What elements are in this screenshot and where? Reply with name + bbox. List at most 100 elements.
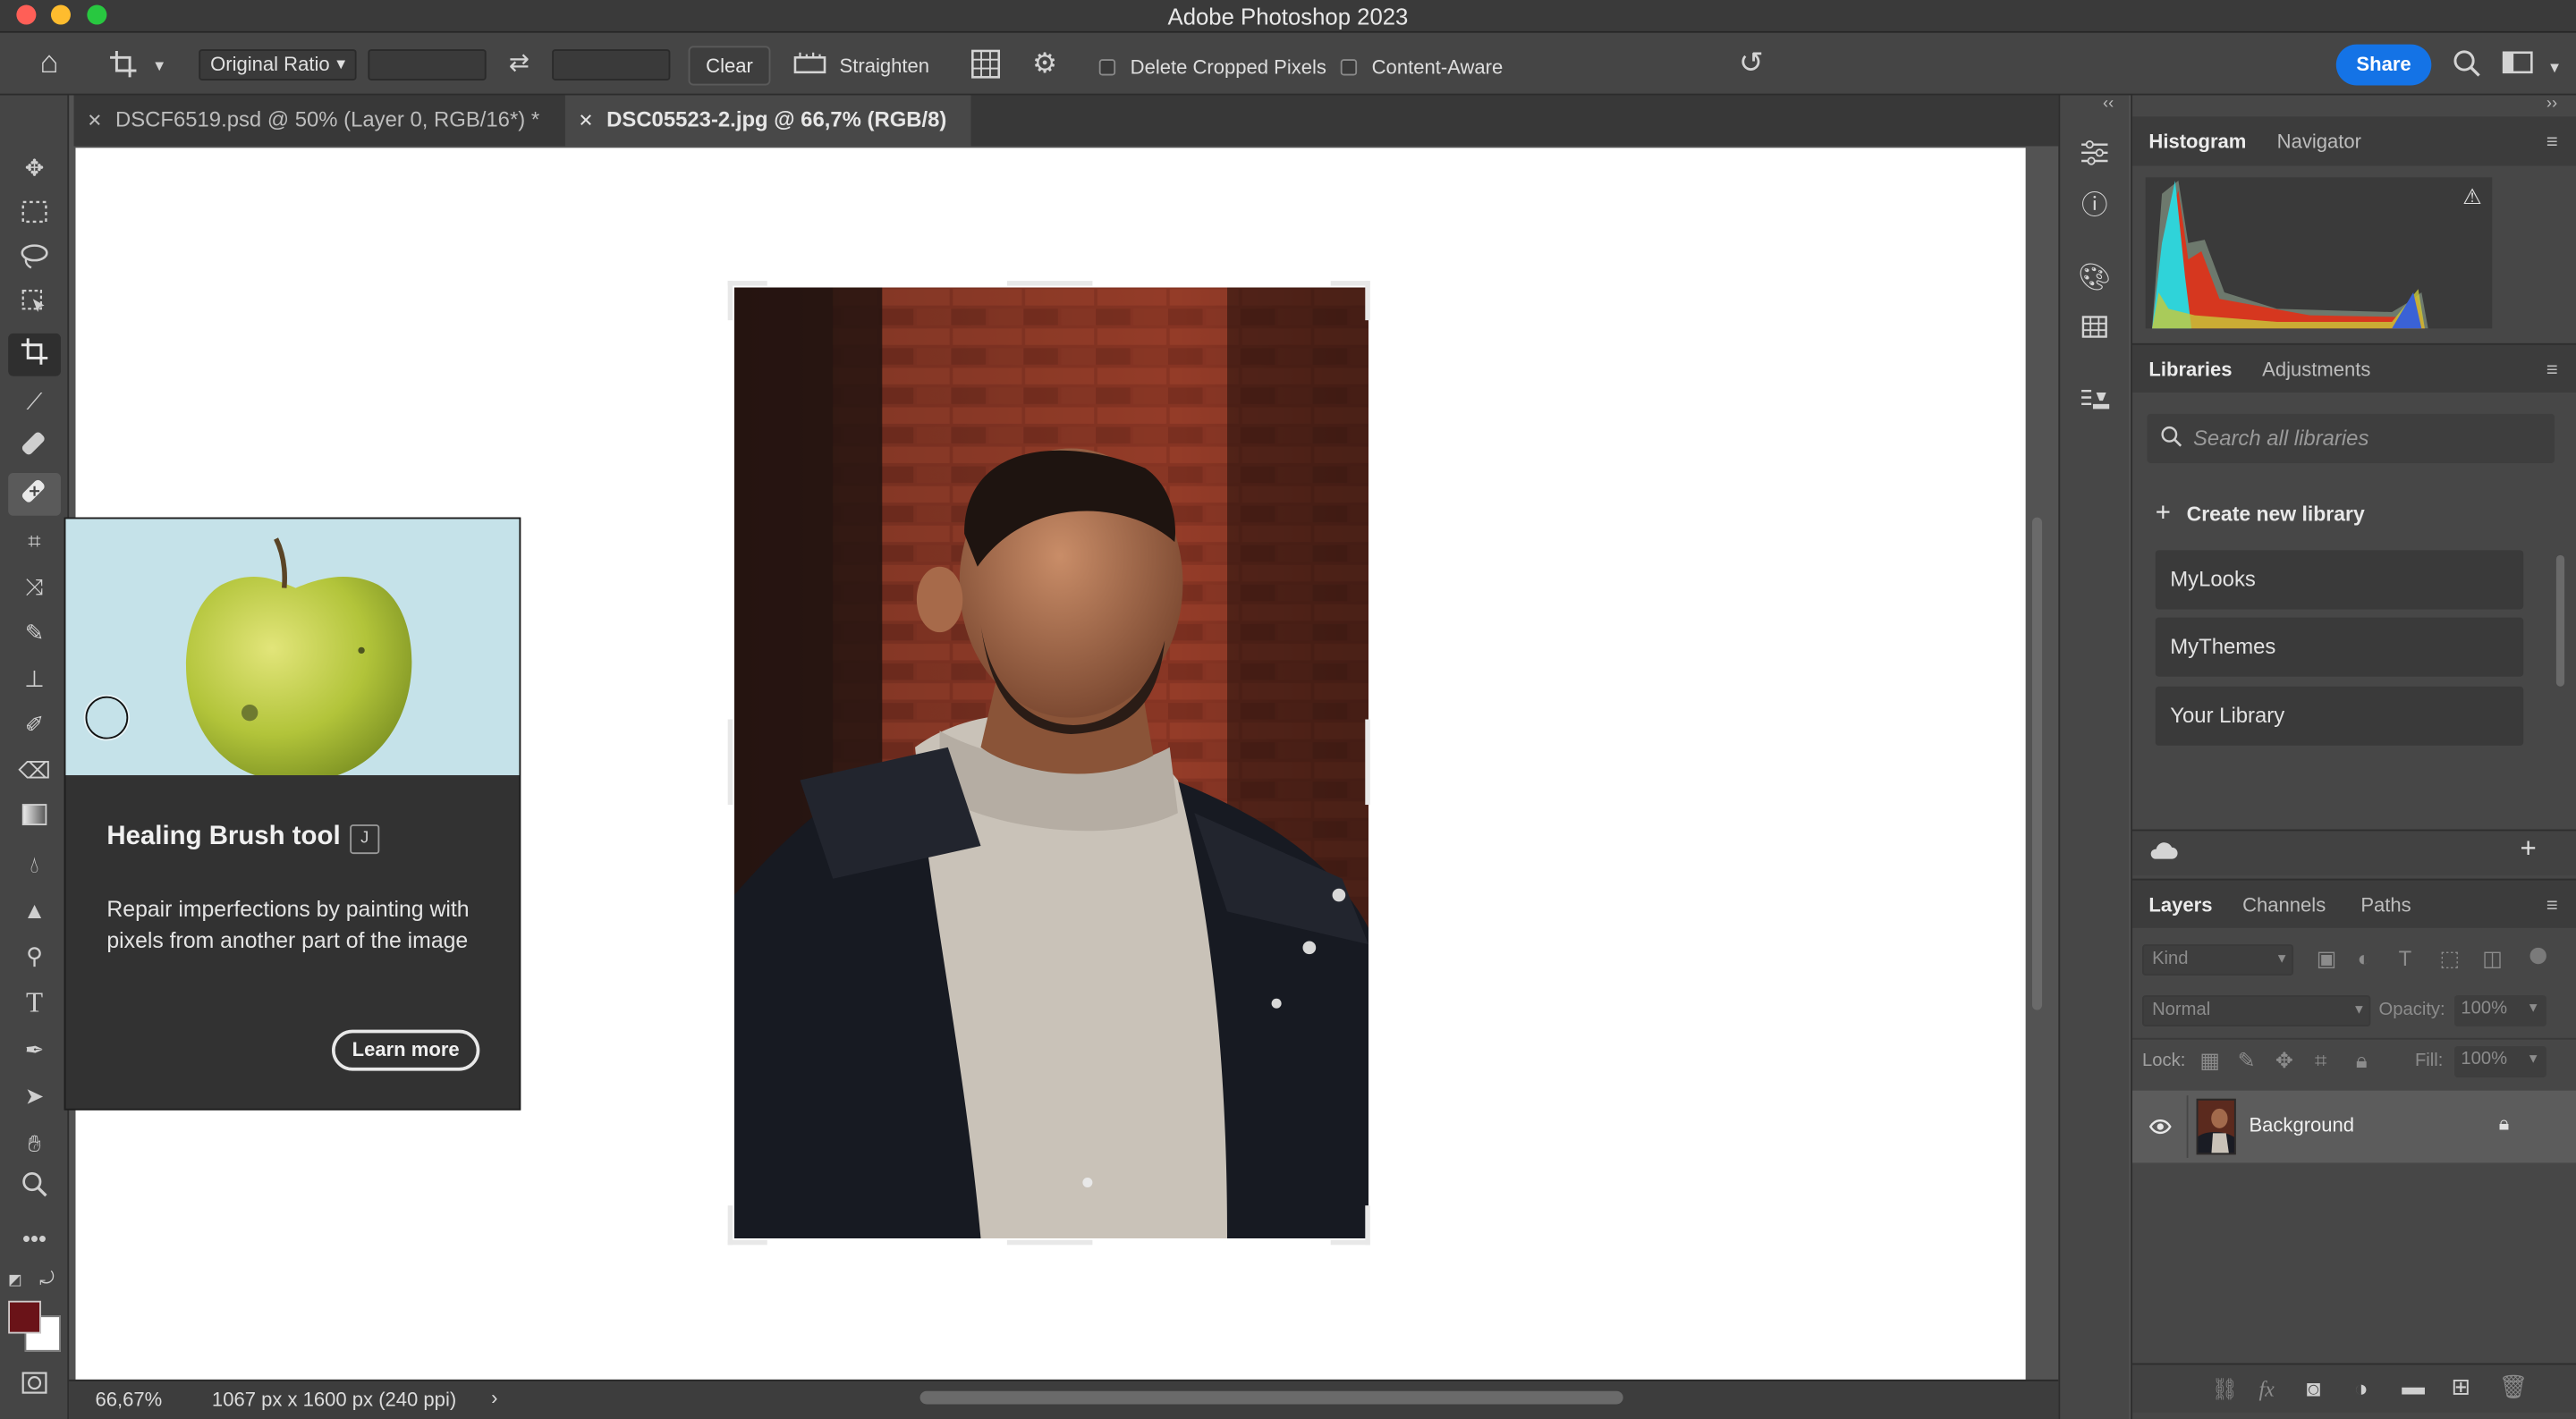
ratio-select[interactable]: Original Ratio ▼	[199, 49, 357, 81]
tab-adjustments[interactable]: Adjustments	[2262, 345, 2370, 394]
fx-icon[interactable]: fx	[2258, 1376, 2274, 1402]
ratio-height-input[interactable]	[552, 49, 671, 81]
color-palette-icon[interactable]: 🎨︎	[2077, 265, 2113, 294]
filter-shape-icon[interactable]: ⬚	[2439, 946, 2460, 972]
delete-cropped-checkbox[interactable]	[1098, 59, 1116, 76]
default-colors-icon[interactable]: ◩	[8, 1271, 22, 1289]
filter-type-icon[interactable]: T	[2399, 946, 2412, 971]
tab-document-1[interactable]: ✕ DSCF6519.psd @ 50% (Layer 0, RGB/16*) *	[73, 95, 564, 147]
plus-icon[interactable]: +	[2156, 499, 2171, 528]
lock-paint-icon[interactable]: ✎	[2238, 1048, 2256, 1074]
brush-tool-icon[interactable]: ✎	[16, 614, 52, 650]
crop-handle-bottom-left-v[interactable]	[727, 1205, 733, 1246]
tab-libraries[interactable]: Libraries	[2148, 345, 2232, 394]
library-item-mythemes[interactable]: MyThemes	[2155, 617, 2524, 677]
expand-right-icon[interactable]: ››	[2546, 96, 2557, 114]
folder-icon[interactable]: ▬	[2402, 1373, 2425, 1399]
layer-row-background[interactable]: Background 🔒︎	[2132, 1090, 2576, 1163]
eraser-tool-icon[interactable]: ⌫	[16, 752, 52, 788]
info-icon[interactable]: ⓘ	[2077, 192, 2113, 222]
crop-handle-bottom-mid[interactable]	[1006, 1239, 1093, 1246]
crop-handle-bottom-right[interactable]	[1330, 1239, 1370, 1246]
marquee-tool-icon[interactable]	[16, 197, 52, 232]
workspace-icon[interactable]	[2500, 49, 2536, 84]
close-icon[interactable]: ✕	[579, 112, 594, 131]
fill-input[interactable]: 100% ▼	[2454, 1046, 2546, 1077]
foreground-color-swatch[interactable]	[8, 1300, 41, 1334]
more-tools-icon[interactable]: •••	[16, 1221, 52, 1256]
panel-menu-icon[interactable]: ≡	[2546, 116, 2558, 165]
collapse-panel-icon[interactable]: ‹‹	[2103, 96, 2114, 114]
horizontal-scrollbar[interactable]	[919, 1390, 1623, 1405]
filter-smart-object-icon[interactable]: ◫	[2482, 946, 2503, 972]
crop-handle-top-left[interactable]	[727, 281, 767, 286]
swap-icon[interactable]: ⇄	[503, 49, 536, 79]
clone-stamp-tool-icon[interactable]: ⊥	[16, 660, 52, 696]
lock-all-icon[interactable]: 🔒︎	[2356, 1048, 2368, 1074]
filter-pixel-icon[interactable]: ▣	[2317, 946, 2337, 972]
undo-reset-icon[interactable]: ↺	[1733, 47, 1769, 77]
lock-move-icon[interactable]: ✥	[2275, 1048, 2293, 1074]
search-icon[interactable]	[2450, 49, 2483, 84]
path-select-tool-icon[interactable]: ➤	[16, 1077, 52, 1113]
swatches-icon[interactable]	[2077, 316, 2113, 347]
new-layer-icon[interactable]: ⊞	[2451, 1373, 2470, 1401]
dodge-tool-icon[interactable]: ⚲	[16, 938, 52, 974]
tab-histogram[interactable]: Histogram	[2148, 116, 2246, 165]
layer-name[interactable]: Background	[2249, 1113, 2354, 1136]
panel-menu-icon[interactable]: ≡	[2546, 345, 2558, 394]
lock-artboard-icon[interactable]: ⌗	[2315, 1048, 2326, 1074]
quick-mask-icon[interactable]	[16, 1368, 52, 1404]
document-image[interactable]	[734, 287, 1368, 1238]
history-brush-tool-icon[interactable]: ✐	[16, 706, 52, 742]
filter-toggle[interactable]	[2529, 947, 2546, 965]
create-library-link[interactable]: Create new library	[2187, 503, 2365, 526]
healing-brush-tool-icon[interactable]	[16, 477, 52, 512]
layer-kind-filter[interactable]: Kind ▼	[2142, 944, 2294, 976]
move-tool-icon[interactable]: ✥	[16, 149, 52, 185]
sharpen-tool-icon[interactable]: ▲	[16, 891, 52, 927]
ratio-width-input[interactable]	[368, 49, 487, 81]
object-select-tool-icon[interactable]	[16, 289, 52, 325]
warning-icon[interactable]: ⚠	[2462, 184, 2481, 210]
straighten-icon[interactable]	[792, 49, 827, 84]
trash-icon[interactable]: 🗑︎	[2499, 1373, 2529, 1401]
share-button[interactable]: Share	[2335, 44, 2432, 86]
learn-more-button[interactable]: Learn more	[332, 1029, 480, 1071]
library-item-your-library[interactable]: Your Library	[2155, 686, 2524, 746]
crop-handle-left-mid[interactable]	[727, 719, 733, 806]
crop-handle-top-mid[interactable]	[1006, 281, 1093, 286]
library-item-mylooks[interactable]: MyLooks	[2155, 550, 2524, 610]
properties-icon[interactable]	[2077, 139, 2113, 174]
blur-tool-icon[interactable]: 💧︎	[16, 846, 52, 882]
zoom-tool-icon[interactable]	[16, 1171, 52, 1207]
tab-channels[interactable]: Channels	[2242, 881, 2326, 930]
tab-paths[interactable]: Paths	[2360, 881, 2411, 930]
crop-handle-bottom-left[interactable]	[727, 1239, 767, 1246]
adjustment-layer-icon[interactable]: ◑	[2354, 1374, 2368, 1400]
blend-mode-select[interactable]: Normal ▼	[2142, 995, 2371, 1026]
crop-handle-bottom-right-v[interactable]	[1365, 1205, 1370, 1246]
lasso-tool-icon[interactable]	[16, 243, 52, 279]
lock-transparent-icon[interactable]: ▦	[2199, 1048, 2220, 1074]
patch-tool-icon[interactable]: ⌗	[16, 522, 52, 558]
clear-button[interactable]: Clear	[688, 46, 771, 86]
type-tool-icon[interactable]: T	[16, 985, 52, 1021]
eye-icon[interactable]	[2148, 1113, 2172, 1143]
hand-tool-icon[interactable]: ✋︎	[16, 1125, 52, 1161]
chevron-down-icon[interactable]: ▼	[151, 51, 167, 80]
add-mask-icon[interactable]: ◙	[2307, 1374, 2321, 1400]
vertical-scrollbar[interactable]	[2031, 517, 2043, 1010]
spot-healing-tool-icon[interactable]	[16, 428, 52, 464]
cloud-icon[interactable]	[2148, 840, 2178, 869]
overlay-grid-icon[interactable]	[968, 49, 1004, 87]
home-icon[interactable]: ⌂	[31, 47, 67, 79]
crop-tool-icon[interactable]	[16, 337, 52, 373]
gear-icon[interactable]: ⚙	[1029, 48, 1062, 79]
content-aware-checkbox[interactable]	[1340, 59, 1358, 76]
layer-lock-icon[interactable]: 🔒︎	[2499, 1112, 2510, 1137]
chevron-down-icon[interactable]: ▼	[2546, 53, 2563, 82]
stamp-panel-icon[interactable]	[2077, 387, 2113, 422]
crop-preset-icon[interactable]	[106, 49, 141, 87]
crop-handle-top-left-v[interactable]	[727, 281, 733, 321]
